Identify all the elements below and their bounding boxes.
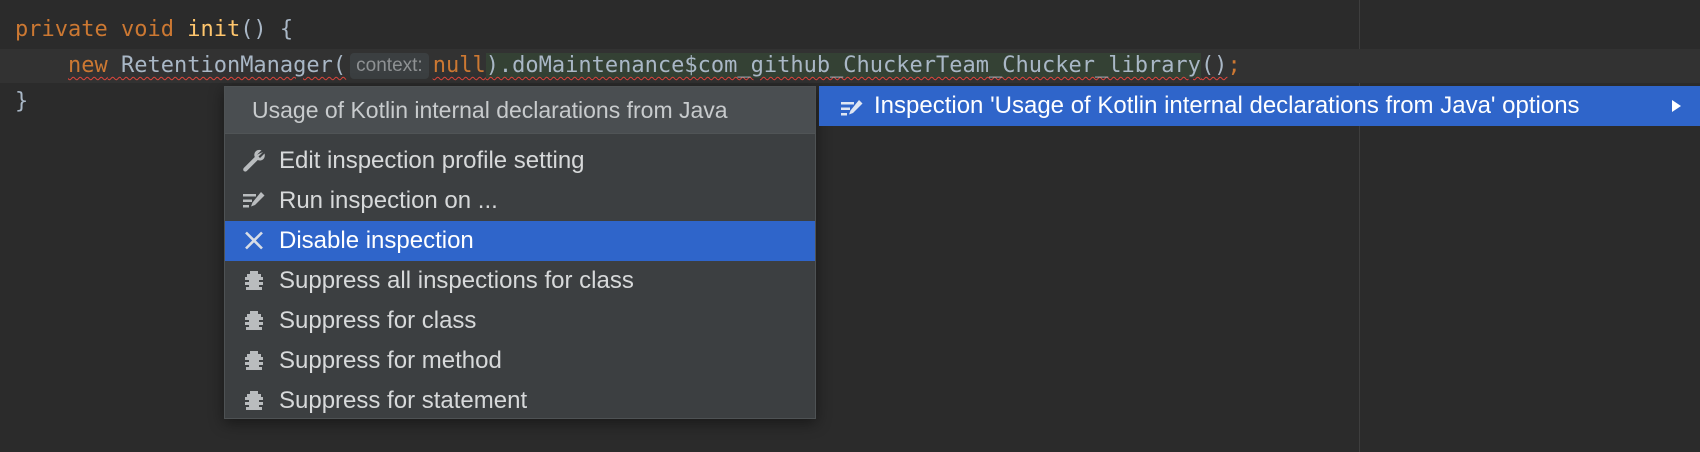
suppress-icon — [241, 389, 267, 413]
inspection-context-menu: Usage of Kotlin internal declarations fr… — [224, 86, 816, 419]
wrench-icon — [241, 149, 267, 173]
menu-item-label: Suppress for class — [279, 307, 477, 334]
menu-item-label: Suppress all inspections for class — [279, 267, 634, 294]
menu-item-label: Edit inspection profile setting — [279, 147, 585, 174]
close-icon — [241, 229, 267, 253]
suppress-icon — [241, 309, 267, 333]
menu-item-label: Disable inspection — [279, 227, 474, 254]
menu-item-label: Run inspection on ... — [279, 187, 498, 214]
menu-item-suppress-all-for-class[interactable]: Suppress all inspections for class — [225, 261, 815, 301]
menu-item-edit-inspection-profile[interactable]: Edit inspection profile setting — [225, 141, 815, 181]
menu-item-label: Suppress for method — [279, 347, 502, 374]
code-line-2[interactable]: new RetentionManager(context: null).doMai… — [15, 49, 1241, 83]
keyword-null: null — [432, 53, 486, 78]
keyword-new: new — [67, 53, 108, 78]
run-inspection-icon — [839, 94, 865, 118]
method-name: init — [187, 17, 241, 42]
menu-item-run-inspection-on[interactable]: Run inspection on ... — [225, 181, 815, 221]
keyword-private: private — [15, 17, 108, 42]
method-signature-rest: () { — [240, 17, 294, 42]
suppress-icon — [241, 349, 267, 373]
statement-semicolon: ; — [1227, 53, 1241, 78]
suppress-icon — [241, 269, 267, 293]
inspection-options-submenu[interactable]: Inspection 'Usage of Kotlin internal dec… — [819, 86, 1700, 126]
submenu-label: Inspection 'Usage of Kotlin internal dec… — [874, 92, 1580, 119]
menu-item-suppress-for-method[interactable]: Suppress for method — [225, 341, 815, 381]
call-parens: () — [1200, 53, 1228, 78]
menu-item-disable-inspection[interactable]: Disable inspection — [225, 221, 815, 261]
menu-item-suppress-for-class[interactable]: Suppress for class — [225, 301, 815, 341]
closing-brace: } — [15, 89, 29, 114]
menu-item-suppress-for-statement[interactable]: Suppress for statement — [225, 381, 815, 421]
menu-item-label: Suppress for statement — [279, 387, 528, 414]
code-line-3[interactable]: } — [15, 85, 28, 119]
parameter-hint: context: — [350, 53, 429, 79]
run-inspection-icon — [241, 189, 267, 213]
class-name: RetentionManager( — [120, 53, 347, 78]
keyword-void: void — [120, 17, 174, 42]
submenu-arrow-icon — [1672, 100, 1681, 112]
method-call: ).doMaintenance$com_github_ChuckerTeam_C… — [485, 53, 1201, 78]
code-line-1[interactable]: private void init() { — [15, 13, 293, 47]
menu-header: Usage of Kotlin internal declarations fr… — [225, 87, 815, 134]
